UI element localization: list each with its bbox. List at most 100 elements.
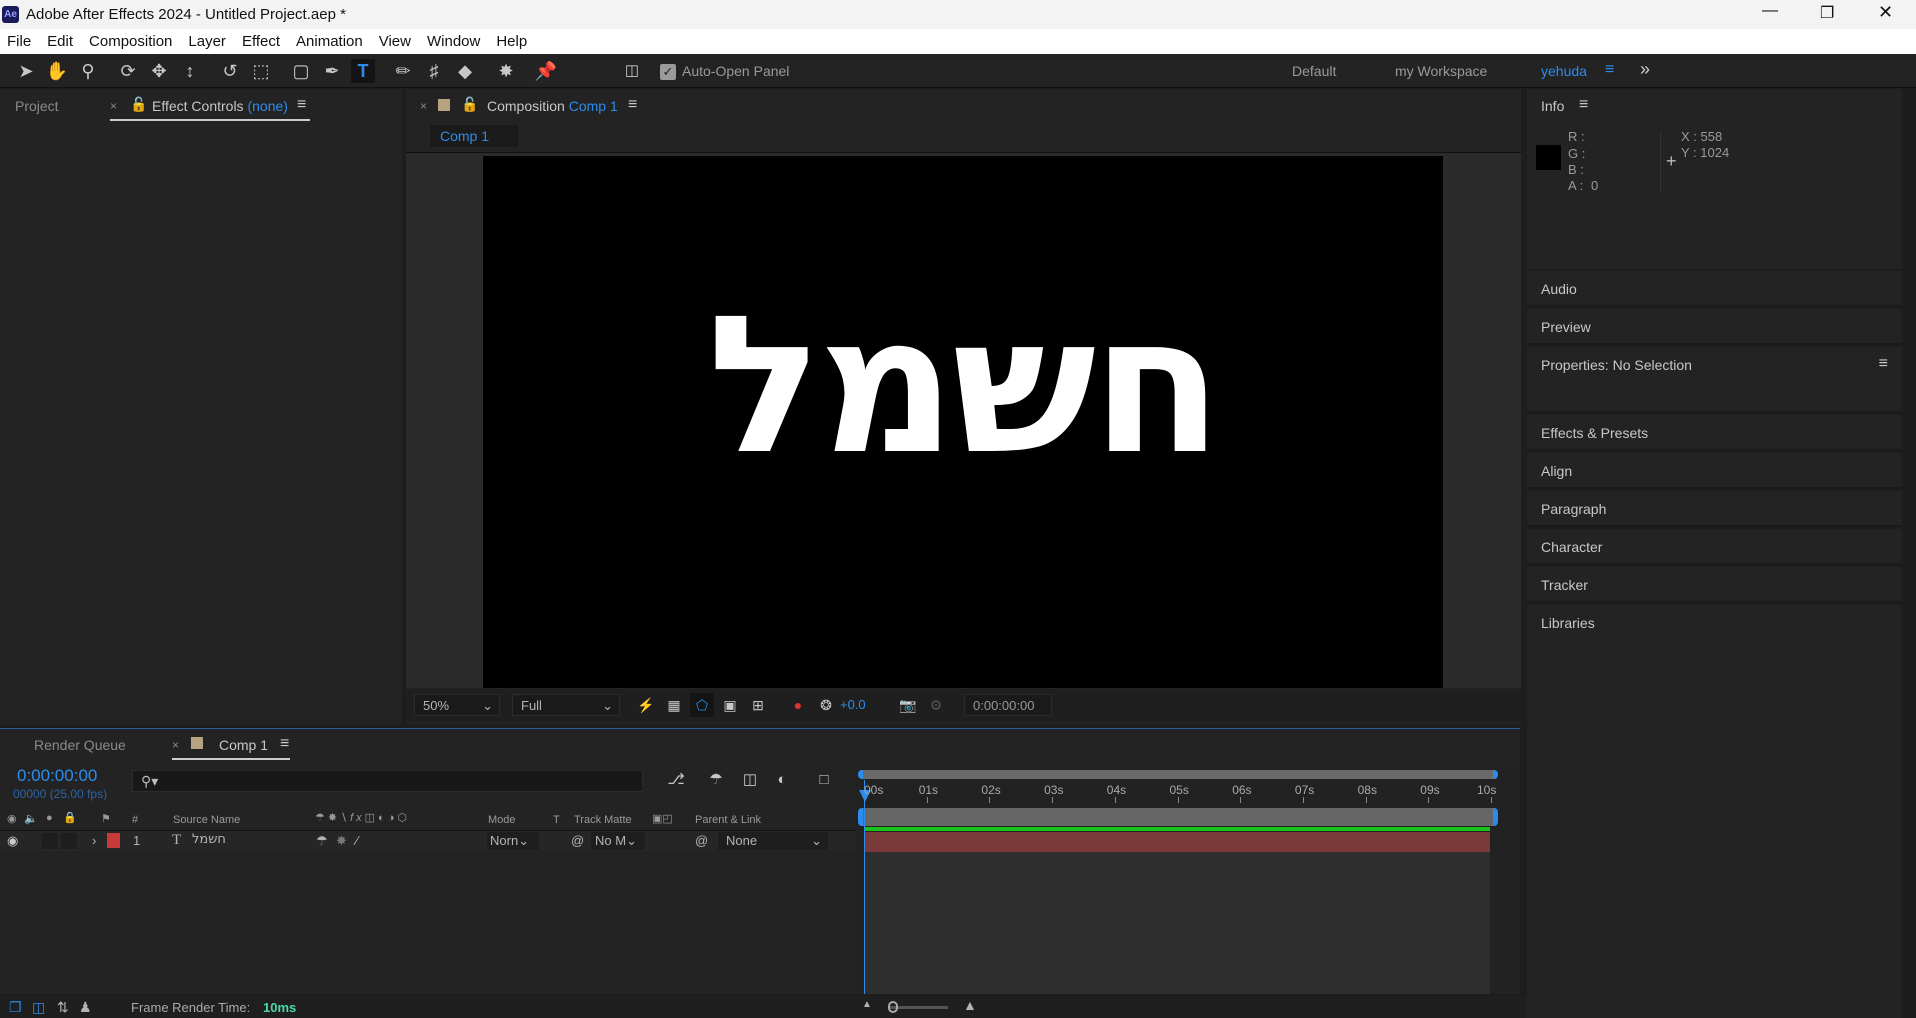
layer-switches-icon[interactable]: ❐ [9, 999, 22, 1016]
menu-view[interactable]: View [371, 33, 419, 50]
close-tab-icon[interactable]: × [110, 99, 117, 113]
zoom-in-icon[interactable]: ▲ [963, 997, 977, 1013]
panel-menu-icon[interactable]: ≡ [1879, 355, 1888, 373]
close-tab-icon[interactable]: × [172, 738, 179, 752]
canvas-hebrew-text[interactable]: חשמל [483, 291, 1443, 481]
lock-icon[interactable]: 🔓 [130, 96, 147, 113]
transfer-controls-icon[interactable]: ◫ [32, 999, 45, 1016]
menu-edit[interactable]: Edit [39, 33, 81, 50]
type-tool-icon[interactable]: T [351, 59, 375, 83]
workspace-my-workspace[interactable]: my Workspace [1395, 63, 1487, 79]
zoom-out-icon[interactable]: ▲ [862, 999, 872, 1010]
more-workspaces-icon[interactable]: » [1640, 59, 1650, 80]
region-of-interest-icon[interactable]: ▣ [718, 693, 742, 717]
zoom-slider-handle[interactable] [888, 1001, 898, 1013]
source-name-header[interactable]: Source Name [173, 814, 240, 826]
workspace-menu-icon[interactable]: ≡ [1605, 61, 1614, 79]
puppet-pin-icon[interactable]: 📌 [534, 59, 558, 83]
quality-switch-icon[interactable]: ∕ [356, 833, 358, 848]
channels-icon[interactable]: ● [786, 693, 810, 717]
menu-animation[interactable]: Animation [288, 33, 371, 50]
clone-stamp-icon[interactable]: ♯ [422, 59, 446, 83]
tab-composition[interactable]: Composition Comp 1 [487, 98, 618, 114]
layer-label-color[interactable] [107, 833, 120, 848]
workspace-yehuda[interactable]: yehuda [1541, 63, 1587, 79]
rotate-tool-icon[interactable]: ↺ [218, 59, 242, 83]
orbit-camera-icon[interactable]: ⟳ [116, 59, 140, 83]
panel-menu-icon[interactable]: ≡ [1579, 96, 1588, 114]
work-area-bar[interactable] [858, 808, 1498, 826]
visibility-toggle-icon[interactable]: ◉ [7, 833, 18, 849]
time-navigator[interactable] [858, 770, 1498, 779]
layer-row[interactable]: ◉ › 1 T חשמל ☂ ✸ ∕ Norn⌄ @ No M⌄ @ None ⌄ [0, 831, 856, 851]
frame-blending-icon[interactable]: ◫ [738, 768, 762, 792]
parent-dropdown[interactable]: None ⌄ [718, 832, 828, 850]
mask-visibility-icon[interactable]: ⬠ [690, 693, 714, 717]
zoom-tool-icon[interactable]: ⚲ [76, 59, 100, 83]
menu-composition[interactable]: Composition [81, 33, 180, 50]
audio-panel[interactable]: Audio [1527, 271, 1902, 307]
menu-layer[interactable]: Layer [180, 33, 234, 50]
mode-dropdown[interactable]: Norn⌄ [487, 832, 539, 850]
transparency-grid-icon[interactable]: ▦ [662, 693, 686, 717]
panel-menu-icon[interactable]: ≡ [280, 735, 289, 753]
libraries-panel[interactable]: Libraries [1527, 605, 1902, 1018]
graph-editor-icon[interactable]: □ [812, 768, 836, 792]
hand-tool-icon[interactable]: ✋ [45, 59, 69, 83]
auto-open-checkbox[interactable]: ✓ [660, 64, 676, 80]
panel-menu-icon[interactable]: ≡ [628, 96, 637, 114]
current-time[interactable]: 0:00:00:00 [17, 766, 97, 786]
anchor-point-tool-icon[interactable]: ⬚ [249, 59, 273, 83]
show-snapshot-icon[interactable]: ⚙ [924, 693, 948, 717]
tab-render-queue[interactable]: Render Queue [34, 737, 126, 753]
tab-project[interactable]: Project [15, 98, 59, 114]
selection-tool-icon[interactable]: ➤ [14, 59, 38, 83]
close-button[interactable]: ✕ [1878, 2, 1893, 23]
panel-menu-icon[interactable]: ≡ [297, 96, 306, 114]
align-panel[interactable]: Align [1527, 453, 1902, 489]
paragraph-panel[interactable]: Paragraph [1527, 491, 1902, 527]
eraser-tool-icon[interactable]: ◆ [453, 59, 477, 83]
brush-tool-icon[interactable]: ✏ [391, 59, 415, 83]
dolly-camera-icon[interactable]: ↕ [178, 59, 202, 83]
preview-panel[interactable]: Preview [1527, 309, 1902, 345]
exposure-value[interactable]: +0.0 [840, 697, 866, 712]
close-tab-icon[interactable]: × [420, 99, 427, 113]
lock-icon[interactable]: 🔓 [461, 96, 478, 113]
tab-comp-1[interactable]: Comp 1 [219, 737, 268, 753]
tracker-panel[interactable]: Tracker [1527, 567, 1902, 603]
zoom-dropdown[interactable]: 50% ⌄ [414, 694, 500, 716]
collapse-switch-icon[interactable]: ✸ [336, 833, 347, 849]
grid-guides-icon[interactable]: ⊞ [746, 693, 770, 717]
motion-blur-icon[interactable]: ◐ [770, 768, 794, 792]
audio-toggle[interactable] [42, 833, 58, 849]
layer-name[interactable]: חשמל [192, 832, 226, 847]
shy-layers-icon[interactable]: ☂ [704, 768, 728, 792]
reset-exposure-icon[interactable]: ❂ [814, 693, 838, 717]
lock-toggle[interactable] [61, 833, 77, 849]
resolution-dropdown[interactable]: Full ⌄ [512, 694, 620, 716]
comp-subtab[interactable]: Comp 1 [430, 125, 518, 147]
properties-panel[interactable]: Properties: No Selection ≡ [1527, 347, 1902, 413]
tab-effect-controls[interactable]: Effect Controls (none) [152, 98, 288, 114]
parent-pickwhip-icon[interactable]: @ [695, 833, 708, 848]
in-out-icon[interactable]: ⇅ [57, 999, 69, 1016]
shy-switch-icon[interactable]: ☂ [316, 833, 328, 849]
pan-camera-icon[interactable]: ✥ [147, 59, 171, 83]
minimize-button[interactable]: — [1762, 2, 1778, 20]
current-time-display[interactable]: 0:00:00:00 [964, 694, 1052, 716]
menu-window[interactable]: Window [419, 33, 488, 50]
panel-toggle-icon[interactable]: ◫ [620, 59, 644, 83]
fast-previews-icon[interactable]: ⚡ [634, 693, 658, 717]
workspace-default[interactable]: Default [1292, 63, 1336, 79]
effects-presets-panel[interactable]: Effects & Presets [1527, 415, 1902, 451]
menu-file[interactable]: File [0, 33, 39, 50]
layer-duration-bar[interactable] [864, 832, 1490, 852]
playhead[interactable] [864, 780, 865, 994]
restore-button[interactable]: ❐ [1820, 3, 1834, 23]
zoom-slider[interactable] [890, 1006, 948, 1009]
render-time-icon[interactable]: ♟ [79, 999, 92, 1016]
roto-brush-icon[interactable]: ✸ [494, 59, 518, 83]
matte-icon[interactable]: @ [571, 833, 584, 848]
expand-chevron-icon[interactable]: › [92, 833, 96, 848]
